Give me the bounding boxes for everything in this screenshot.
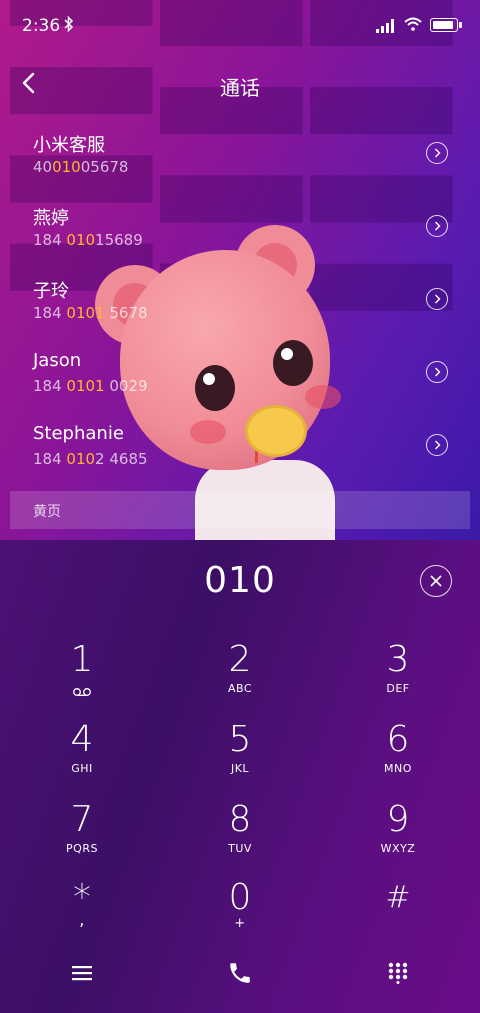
details-button[interactable]: [426, 361, 448, 383]
contact-number: 184 0101 0029: [33, 377, 148, 395]
dialpad-toggle-button[interactable]: [378, 958, 418, 988]
menu-button[interactable]: [62, 958, 102, 988]
contact-number: 184 0102 4685: [33, 450, 148, 468]
dialed-number: 010: [204, 560, 276, 601]
contact-name: 子玲: [33, 281, 69, 302]
phone-icon: [230, 963, 250, 983]
contact-name: Stephanie: [33, 423, 124, 444]
yellow-pages-label: 黄页: [33, 504, 61, 520]
details-button[interactable]: [426, 215, 448, 237]
status-time: 2:36: [22, 16, 61, 36]
contact-name: 燕婷: [33, 208, 69, 229]
contact-number: 184 0101 5678: [33, 304, 148, 322]
key-9[interactable]: 9 WXYZ: [338, 800, 458, 866]
status-bar: 2:36: [0, 0, 480, 52]
key-0[interactable]: 0 +: [180, 878, 300, 944]
menu-icon: [72, 966, 92, 981]
key-1[interactable]: 1: [22, 640, 142, 706]
list-item[interactable]: 燕婷 184 01015689: [0, 191, 480, 264]
details-button[interactable]: [426, 434, 448, 456]
list-item[interactable]: 子玲 184 0101 5678: [0, 264, 480, 337]
key-3[interactable]: 3 DEF: [338, 640, 458, 706]
contact-list: 小米客服 4001005678 燕婷 184 01015689 子玲 184 0…: [0, 118, 480, 483]
bluetooth-icon: [64, 15, 74, 36]
signal-icon: [376, 18, 396, 33]
key-2[interactable]: 2 ABC: [180, 640, 300, 706]
key-hash[interactable]: #: [338, 878, 458, 944]
contact-name: Jason: [33, 350, 82, 371]
key-star[interactable]: *,: [22, 878, 142, 944]
yellow-pages-entry[interactable]: 黄页: [10, 491, 470, 529]
list-item[interactable]: Stephanie 184 0102 4685: [0, 410, 480, 483]
key-7[interactable]: 7 PQRS: [22, 800, 142, 866]
call-button[interactable]: [220, 958, 260, 988]
contact-number: 184 01015689: [33, 231, 143, 249]
chevron-right-icon: [434, 440, 440, 450]
page-title: 通话: [220, 76, 260, 100]
wifi-icon: [404, 16, 422, 35]
chevron-right-icon: [434, 294, 440, 304]
details-button[interactable]: [426, 142, 448, 164]
clear-button[interactable]: [420, 565, 452, 597]
dialer-panel: 010 1 2 ABC 3 DEF 4 GHI 5 JKL 6 MNO 7 PQRS 8 TU…: [0, 540, 480, 1013]
list-item[interactable]: 小米客服 4001005678: [0, 118, 480, 191]
key-5[interactable]: 5 JKL: [180, 720, 300, 786]
key-8[interactable]: 8 TUV: [180, 800, 300, 866]
key-6[interactable]: 6 MNO: [338, 720, 458, 786]
close-icon: [430, 575, 442, 587]
contact-name: 小米客服: [33, 135, 105, 156]
chevron-right-icon: [434, 221, 440, 231]
contact-number: 4001005678: [33, 158, 129, 176]
list-item[interactable]: Jason 184 0101 0029: [0, 337, 480, 410]
chevron-right-icon: [434, 367, 440, 377]
battery-icon: [430, 18, 462, 32]
key-4[interactable]: 4 GHI: [22, 720, 142, 786]
voicemail-icon: [72, 682, 92, 701]
dialpad-icon: [388, 962, 408, 984]
chevron-right-icon: [434, 148, 440, 158]
header: 通话: [0, 60, 480, 108]
details-button[interactable]: [426, 288, 448, 310]
